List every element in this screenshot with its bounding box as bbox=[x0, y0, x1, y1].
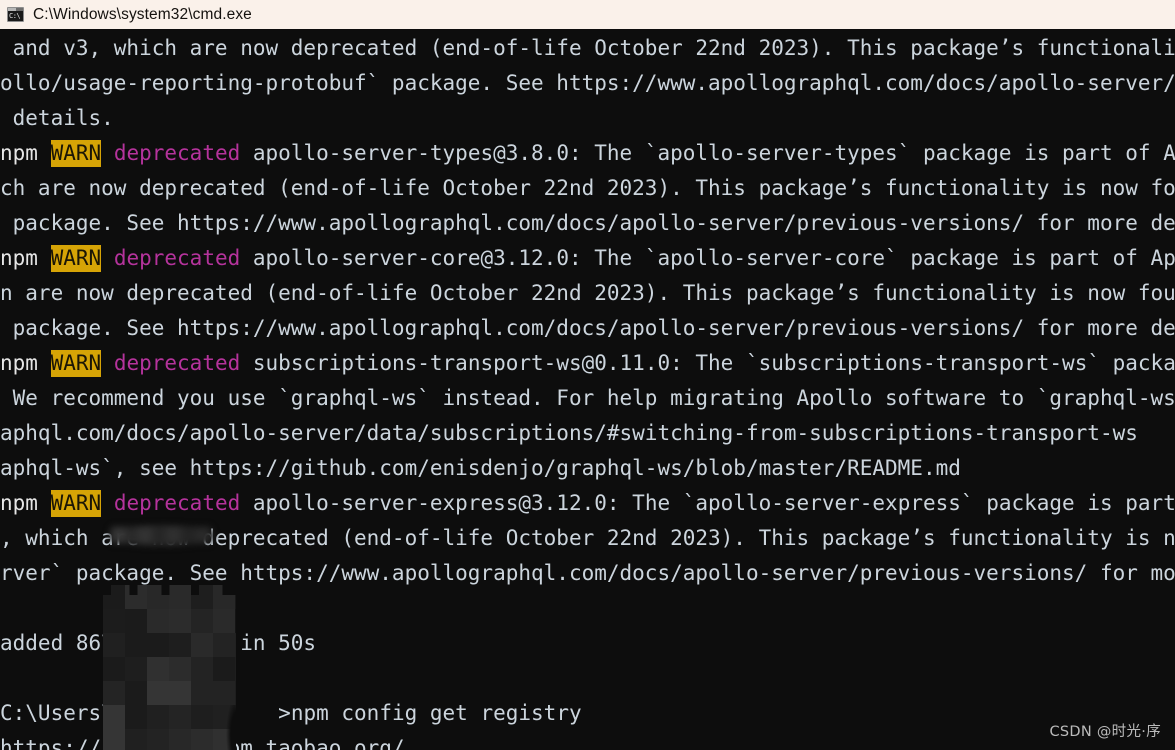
warn-badge: WARN bbox=[50, 350, 102, 377]
console-line: We recommend you use `graphql-ws` instea… bbox=[0, 381, 1175, 416]
console-line: https://registry.npm.taobao.org/ bbox=[0, 731, 1175, 750]
console-text: package. See https://www.apollographql.c… bbox=[0, 316, 1175, 340]
console-line: aphql.com/docs/apollo-server/data/subscr… bbox=[0, 416, 1175, 451]
console-text: >npm config get registry bbox=[278, 701, 582, 725]
console-text: https://registry.npm.taobao.org/ bbox=[0, 736, 405, 750]
deprecated-token: deprecated bbox=[113, 246, 241, 270]
console-text: npm bbox=[0, 491, 51, 515]
console-line: and v3, which are now deprecated (end-of… bbox=[0, 31, 1175, 66]
console-line-list: and v3, which are now deprecated (end-of… bbox=[0, 31, 1175, 750]
redacted-username bbox=[114, 701, 278, 725]
deprecated-token: deprecated bbox=[113, 141, 241, 165]
console-line: , which are now deprecated (end-of-life … bbox=[0, 521, 1175, 556]
console-text: npm bbox=[0, 351, 51, 375]
console-text: We recommend you use `graphql-ws` instea… bbox=[0, 386, 1175, 410]
warn-badge: WARN bbox=[50, 245, 102, 272]
console-text: npm bbox=[0, 141, 51, 165]
deprecated-token: deprecated bbox=[113, 491, 241, 515]
console-text: aphql-ws`, see https://github.com/enisde… bbox=[0, 456, 961, 480]
console-text: C:\Users\ bbox=[0, 701, 114, 725]
warn-badge: WARN bbox=[50, 140, 102, 167]
console-line: aphql-ws`, see https://github.com/enisde… bbox=[0, 451, 1175, 486]
window-title: C:\Windows\system32\cmd.exe bbox=[33, 5, 252, 23]
csdn-watermark: CSDN @时光·序 bbox=[1049, 724, 1161, 740]
console-text: n are now deprecated (end-of-life Octobe… bbox=[0, 281, 1175, 305]
console-text: npm bbox=[0, 246, 51, 270]
console-text: aphql.com/docs/apollo-server/data/subscr… bbox=[0, 421, 1175, 445]
console-line: npm WARN deprecated apollo-server-expres… bbox=[0, 486, 1175, 521]
console-text: added 867 packages in 50s bbox=[0, 631, 317, 655]
console-line: npm WARN deprecated subscriptions-transp… bbox=[0, 346, 1175, 381]
warn-badge: WARN bbox=[50, 490, 102, 517]
window-titlebar: C:\ C:\Windows\system32\cmd.exe bbox=[0, 0, 1175, 29]
console-line: npm WARN deprecated apollo-server-types@… bbox=[0, 136, 1175, 171]
console-line: npm WARN deprecated apollo-server-core@3… bbox=[0, 241, 1175, 276]
console-output-area[interactable]: and v3, which are now deprecated (end-of… bbox=[0, 29, 1175, 750]
console-text: subscriptions-transport-ws@0.11.0: The `… bbox=[240, 351, 1175, 375]
console-text: , which are now deprecated (end-of-life … bbox=[0, 526, 1175, 550]
console-line: package. See https://www.apollographql.c… bbox=[0, 311, 1175, 346]
console-line: ch are now deprecated (end-of-life Octob… bbox=[0, 171, 1175, 206]
console-line: rver` package. See https://www.apollogra… bbox=[0, 556, 1175, 591]
console-text: and v3, which are now deprecated (end-of… bbox=[0, 36, 1175, 60]
console-line: C:\Users\ >npm config get registry bbox=[0, 696, 1175, 731]
cmd-icon-glyph: C:\ bbox=[9, 12, 21, 20]
deprecated-token: deprecated bbox=[113, 351, 241, 375]
console-text: ch are now deprecated (end-of-life Octob… bbox=[0, 176, 1175, 200]
console-text: apollo-server-types@3.8.0: The `apollo-s… bbox=[240, 141, 1175, 165]
console-line: details. bbox=[0, 101, 1175, 136]
console-line: added 867 packages in 50s bbox=[0, 626, 1175, 661]
console-text: rver` package. See https://www.apollogra… bbox=[0, 561, 1175, 585]
console-line: package. See https://www.apollographql.c… bbox=[0, 206, 1175, 241]
console-text: package. See https://www.apollographql.c… bbox=[0, 211, 1175, 235]
console-text: details. bbox=[0, 106, 114, 130]
console-text: ollo/usage-reporting-protobuf` package. … bbox=[0, 71, 1175, 95]
console-line: ollo/usage-reporting-protobuf` package. … bbox=[0, 66, 1175, 101]
console-text: apollo-server-express@3.12.0: The `apoll… bbox=[240, 491, 1175, 515]
cmd-window: C:\ C:\Windows\system32\cmd.exe and v3, … bbox=[0, 0, 1175, 750]
console-text: apollo-server-core@3.12.0: The `apollo-s… bbox=[240, 246, 1175, 270]
console-line: n are now deprecated (end-of-life Octobe… bbox=[0, 276, 1175, 311]
cmd-console-icon: C:\ bbox=[7, 7, 24, 22]
